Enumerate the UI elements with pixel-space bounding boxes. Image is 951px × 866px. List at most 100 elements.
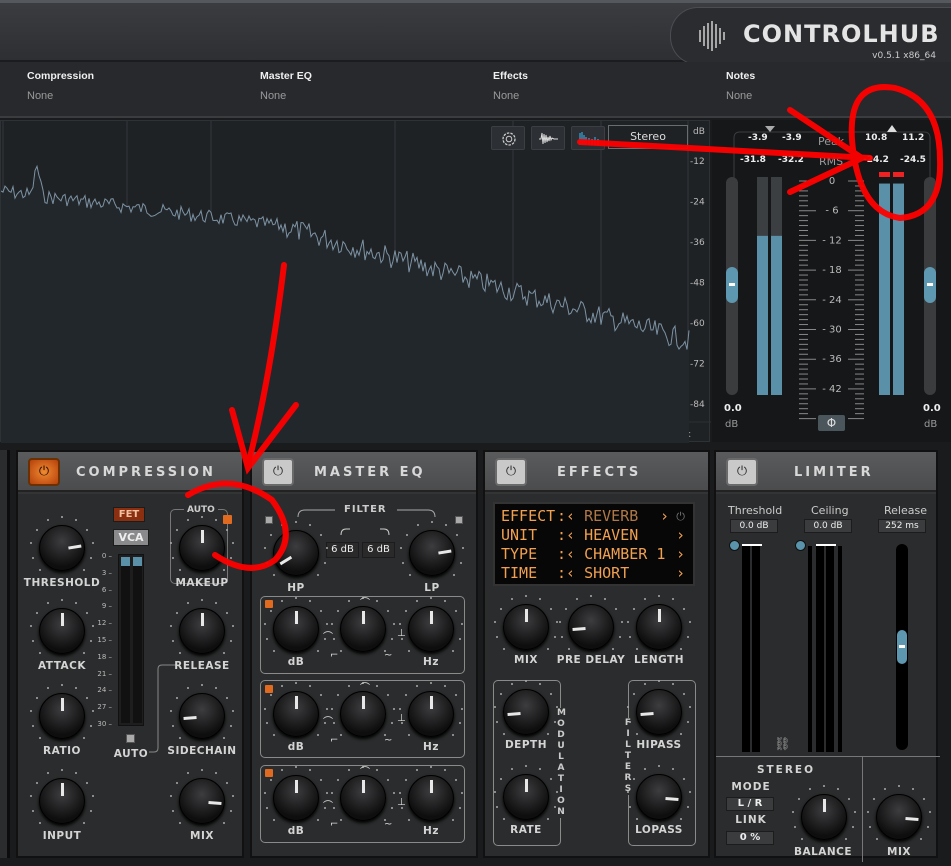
filter-shape-icon[interactable]: ⊥ (397, 797, 406, 808)
filter-shape-icon[interactable]: ⌒ (323, 628, 333, 643)
gr-auto-toggle[interactable] (126, 734, 135, 743)
knob-scale-dot (201, 516, 203, 518)
preset-master-eq[interactable]: Master EQ None (260, 70, 312, 102)
filter-shape-icon[interactable]: ⌒ (360, 594, 370, 609)
unit-row[interactable]: UNIT:‹ HEAVEN › (501, 526, 687, 545)
link-value[interactable]: 0 % (726, 831, 774, 845)
master-eq-power-button[interactable]: ⏻ (262, 458, 294, 486)
band-2-gain-knob[interactable] (273, 690, 319, 737)
band-1-gain-knob[interactable] (273, 606, 319, 652)
release-knob[interactable] (179, 608, 225, 654)
rate-knob[interactable] (503, 774, 549, 820)
settings-button[interactable] (491, 126, 525, 150)
lopass-knob[interactable] (636, 774, 682, 820)
filter-shape-icon[interactable]: ⌐ (330, 735, 338, 746)
next-arrow[interactable]: › (660, 507, 669, 526)
sidechain-knob[interactable] (179, 693, 225, 739)
effects-header: ⏻ EFFECTS (485, 452, 708, 492)
mix-knob[interactable] (179, 778, 225, 824)
ceiling-value[interactable]: 0.0 dB (804, 519, 852, 533)
knob-indicator (640, 711, 654, 716)
makeup-knob[interactable] (179, 525, 225, 571)
filter-shape-icon[interactable]: ⌒ (360, 763, 370, 778)
knob-scale-dot (658, 680, 660, 682)
channel-mode-button[interactable]: Stereo (608, 125, 688, 149)
preset-notes[interactable]: Notes None (726, 70, 755, 102)
band-2-q-knob[interactable] (340, 690, 386, 737)
attack-knob[interactable] (39, 608, 85, 654)
filter-shape-icon[interactable]: ⌐ (330, 650, 338, 661)
hp-slope-select[interactable]: 6 dB (326, 542, 359, 558)
threshold-knob[interactable] (39, 525, 85, 571)
time-row[interactable]: TIME:‹ SHORT › (501, 564, 687, 583)
depth-knob[interactable] (503, 689, 549, 735)
filter-shape-icon[interactable]: ~ (384, 650, 392, 661)
band-3-gain-knob[interactable] (273, 775, 319, 821)
fet-mode-button[interactable]: FET (113, 507, 145, 522)
filter-shape-icon[interactable]: ~ (384, 819, 392, 830)
compression-power-button[interactable]: ⏻ (28, 458, 60, 486)
next-arrow[interactable]: › (676, 545, 685, 564)
lp-enable-toggle[interactable] (455, 516, 463, 524)
band-1-q-knob[interactable] (340, 606, 386, 652)
band-1-freq-knob[interactable] (408, 606, 454, 652)
phase-invert-button[interactable]: Φ (818, 415, 845, 431)
effects-power-button[interactable]: ⏻ (495, 458, 527, 486)
limiter-power-button[interactable]: ⏻ (726, 458, 758, 486)
filter-shape-icon[interactable]: ~ (384, 735, 392, 746)
input-gain-handle[interactable] (726, 267, 738, 303)
preset-value[interactable]: None (27, 90, 94, 102)
band-1-enable-led[interactable] (265, 600, 273, 608)
spectrum-view-button[interactable] (571, 126, 605, 150)
filter-shape-icon[interactable]: ⌒ (360, 679, 370, 694)
lp-slope-select[interactable]: 6 dB (362, 542, 395, 558)
balance-knob[interactable] (801, 794, 847, 840)
threshold-value[interactable]: 0.0 dB (730, 519, 778, 533)
filter-shape-icon[interactable]: ⌒ (323, 797, 333, 812)
output-gain-slider[interactable] (924, 177, 936, 395)
hp-enable-toggle[interactable] (265, 516, 273, 524)
preset-value[interactable]: None (726, 90, 755, 102)
preset-value[interactable]: None (260, 90, 312, 102)
output-gain-handle[interactable] (924, 267, 936, 303)
band-2-enable-led[interactable] (265, 684, 273, 693)
mix-knob[interactable] (503, 604, 549, 650)
release-value[interactable]: 252 ms (878, 519, 926, 533)
filter-shape-icon[interactable]: ⌐ (330, 819, 338, 830)
mode-select[interactable]: L / R (726, 797, 774, 811)
limiter-mix-knob[interactable] (876, 794, 922, 840)
waveform-view-button[interactable] (531, 126, 565, 150)
hipass-knob[interactable] (636, 689, 682, 735)
auto-makeup-led[interactable] (223, 515, 232, 524)
length-knob[interactable] (636, 604, 682, 650)
band-3-enable-led[interactable] (265, 769, 273, 777)
effect-row[interactable]: EFFECT:‹ REVERB › ⏻ (501, 507, 687, 526)
band-2-freq-knob[interactable] (408, 690, 454, 737)
input-gain-slider[interactable] (726, 177, 738, 395)
ratio-knob[interactable] (39, 693, 85, 739)
knob-indicator (525, 609, 528, 622)
band-3-q-knob[interactable] (340, 775, 386, 821)
hp-knob[interactable] (273, 530, 319, 576)
filter-shape-icon[interactable]: ⌒ (323, 713, 333, 728)
release-slider[interactable] (896, 544, 908, 750)
lp-knob[interactable] (409, 530, 455, 576)
type-row[interactable]: TYPE:‹ CHAMBER 1 › (501, 545, 687, 564)
filter-shape-icon[interactable]: ⊥ (397, 628, 406, 639)
link-icon[interactable]: ⛓ (774, 737, 791, 752)
vca-mode-button[interactable]: VCA (113, 529, 149, 546)
release-handle[interactable] (897, 630, 907, 664)
next-arrow[interactable]: › (676, 526, 685, 545)
threshold-handle[interactable] (729, 540, 740, 551)
next-arrow[interactable]: › (676, 564, 685, 583)
effect-power-icon[interactable]: ⏻ (676, 507, 685, 526)
preset-value[interactable]: None (493, 90, 528, 102)
ceiling-handle[interactable] (795, 540, 806, 551)
preset-effects[interactable]: Effects None (493, 70, 528, 102)
input-knob[interactable] (39, 778, 85, 824)
pre-delay-knob[interactable] (568, 604, 614, 650)
filter-shape-icon[interactable]: ⊥ (397, 713, 406, 724)
band-3-freq-knob[interactable] (408, 775, 454, 821)
preset-compression[interactable]: Compression None (27, 70, 94, 102)
knob-scale-dot (628, 635, 631, 638)
